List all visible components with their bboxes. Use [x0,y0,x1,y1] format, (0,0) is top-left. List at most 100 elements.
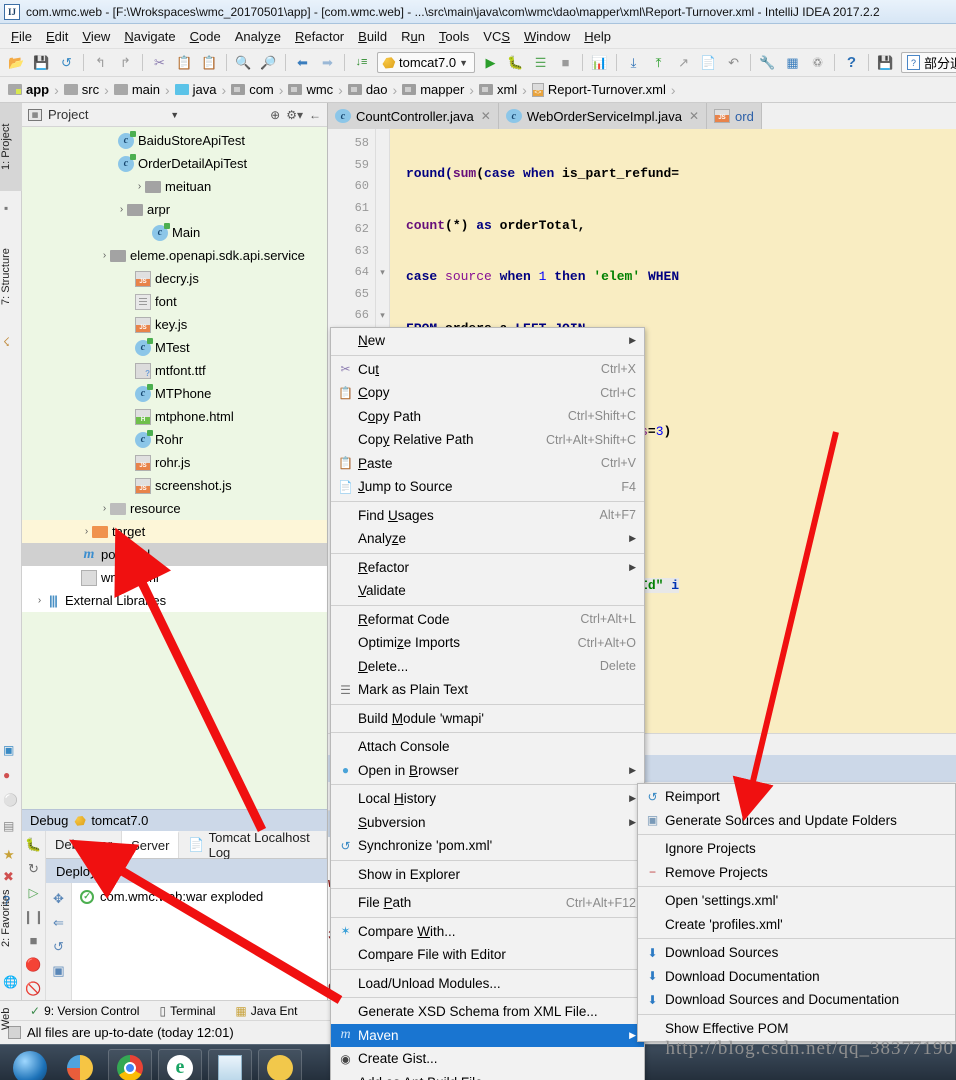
menu-item-show-effective-pom[interactable]: Show Effective POM [638,1017,955,1041]
replace-icon[interactable]: 🔎 [258,52,279,73]
taskbar-app-yellow[interactable] [258,1048,302,1080]
redeploy-icon[interactable]: ↺ [46,935,71,959]
menu-item-generate-xsd-schema[interactable]: Generate XSD Schema from XML File... [331,1000,644,1024]
menu-item-subversion[interactable]: Subversion ▶ [331,811,644,835]
menu-item-download-sources[interactable]: ⬇ Download Sources [638,941,955,965]
menu-item-file-path[interactable]: File Path Ctrl+Alt+F12 [331,891,644,915]
tab-ord[interactable]: ord [707,103,762,129]
tree-row[interactable]: › arpr [22,198,327,221]
menu-item-paste[interactable]: 📋 Paste Ctrl+V [331,452,644,476]
chevron-right-icon[interactable]: › [99,503,110,514]
menu-item-copy-relative-path[interactable]: Copy Relative Path Ctrl+Alt+Shift+C [331,428,644,452]
menu-item-create-profiles-xml[interactable]: Create 'profiles.xml' [638,913,955,937]
expand-icon[interactable]: ✥ [46,887,71,911]
run-coverage-icon[interactable]: ☰ [530,52,551,73]
deployment-artifact-row[interactable]: ✓ com.wmc.web:war exploded [72,883,327,910]
tree-row[interactable]: rohr.js [22,451,327,474]
run-configuration-selector[interactable]: tomcat7.0 ▼ [377,52,476,73]
menu-item-attach-console[interactable]: Attach Console [331,735,644,759]
menu-item-reimport[interactable]: ↺ Reimport [638,785,955,809]
menu-run[interactable]: Run [394,26,432,47]
menu-item-download-sources-and-documentation[interactable]: ⬇ Download Sources and Documentation [638,988,955,1012]
breadcrumb-xml[interactable]: xml [478,82,517,97]
menu-item-compare-with[interactable]: ✶ Compare With... [331,920,644,944]
menu-item-reformat-code[interactable]: Reformat Code Ctrl+Alt+L [331,608,644,632]
breadcrumb-src[interactable]: src [63,82,99,97]
run-icon[interactable]: ▶ [480,52,501,73]
deploy-artifact-icon[interactable]: ▣ [46,959,71,983]
chevron-right-icon[interactable]: › [134,181,145,192]
forward-icon[interactable]: ➡ [317,52,338,73]
tree-row[interactable]: c MTest [22,336,327,359]
tree-row[interactable]: c OrderDetailApiTest [22,152,327,175]
taskbar-app-chrome[interactable] [108,1048,152,1080]
tab-WebOrderServiceImpl-java[interactable]: c WebOrderServiceImpl.java ✕ [498,103,708,129]
menu-item-download-documentation[interactable]: ⬇ Download Documentation [638,965,955,989]
taskbar-app-js[interactable] [58,1054,102,1080]
breadcrumb-java[interactable]: java [174,82,217,97]
menu-help[interactable]: Help [577,26,618,47]
menu-item-load-unload-modules[interactable]: Load/Unload Modules... [331,972,644,996]
fold-marker-icon[interactable]: ▾ [376,262,389,284]
menu-window[interactable]: Window [517,26,577,47]
tree-row[interactable]: key.js [22,313,327,336]
menu-item-new[interactable]: New ▶ [331,329,644,353]
tab-server[interactable]: Server [122,831,180,858]
paste-icon[interactable]: 📋 [199,52,220,73]
update-project-icon[interactable]: ⤓ [623,52,644,73]
breadcrumb-com[interactable]: com [231,82,274,97]
partial-refund-button[interactable]: ? 部分退款 [901,52,956,73]
menu-item-cut[interactable]: ✂ Cut Ctrl+X [331,358,644,382]
chevron-right-icon[interactable]: › [34,595,45,606]
taskbar-app-ie[interactable]: e [158,1048,202,1080]
tree-row[interactable]: wmapi.iml [22,566,327,589]
menu-tools[interactable]: Tools [432,26,476,47]
tree-row[interactable]: › target [22,520,327,543]
menu-item-mark-as-plain-text[interactable]: ☰ Mark as Plain Text [331,678,644,702]
sync-icon[interactable]: ↺ [56,52,77,73]
tree-row[interactable]: › ||| External Libraries [22,589,327,612]
tab-tomcat-localhost-log[interactable]: 📄 Tomcat Localhost Log [179,830,327,860]
menu-item-jump-to-source[interactable]: 📄 Jump to Source F4 [331,475,644,499]
tree-row[interactable]: c MTPhone [22,382,327,405]
context-menu[interactable]: New ▶ ✂ Cut Ctrl+X 📋 Copy Ctrl+C Copy Pa… [330,327,645,1080]
hide-icon[interactable]: ← [309,108,321,122]
diff-icon[interactable]: 📄 [698,52,719,73]
tree-row[interactable]: c Rohr [22,428,327,451]
menu-build[interactable]: Build [351,26,394,47]
menu-item-show-in-explorer[interactable]: Show in Explorer [331,863,644,887]
open-folder-icon[interactable]: 📂 [6,52,27,73]
commit-icon[interactable]: ⤒ [648,52,669,73]
menu-item-remove-projects[interactable]: − Remove Projects [638,861,955,885]
menu-item-find-usages[interactable]: Find Usages Alt+F7 [331,504,644,528]
stop-icon[interactable]: ■ [555,52,576,73]
menu-refactor[interactable]: Refactor [288,26,351,47]
breadcrumb-mapper[interactable]: mapper [402,82,464,97]
tree-row[interactable]: ? mtfont.ttf [22,359,327,382]
menu-item-local-history[interactable]: Local History ▶ [331,787,644,811]
tool-button-version-control[interactable]: ✓ 9: Version Control [30,1004,139,1018]
sidebar-item-project[interactable]: 1: Project [0,103,22,191]
pause-icon[interactable]: ❙❙ [23,906,45,928]
menu-view[interactable]: View [75,26,117,47]
start-button[interactable] [8,1050,52,1080]
profile-icon[interactable]: 📊 [589,52,610,73]
breadcrumb-app[interactable]: app [8,82,49,97]
menu-vcs[interactable]: VCS [476,26,517,47]
find-icon[interactable]: 🔍 [233,52,254,73]
tree-row[interactable]: › meituan [22,175,327,198]
menu-item-build-module[interactable]: Build Module 'wmapi' [331,707,644,731]
menu-item-open-settings-xml[interactable]: Open 'settings.xml' [638,889,955,913]
maven-submenu[interactable]: ↺ Reimport ▣ Generate Sources and Update… [637,783,956,1042]
save-config-icon[interactable]: 💾 [875,52,896,73]
breadcrumb-main[interactable]: main [113,82,160,97]
taskbar-app-notepad[interactable] [208,1048,252,1080]
deploy-icon[interactable]: ♽ [807,52,828,73]
breadcrumb-wmc[interactable]: wmc [288,82,333,97]
menu-code[interactable]: Code [183,26,228,47]
tree-row[interactable]: › eleme.openapi.sdk.api.service [22,244,327,267]
close-icon[interactable]: ✕ [481,109,491,123]
fold-marker-icon[interactable]: ▾ [376,305,389,327]
help-icon[interactable]: ? [841,52,862,73]
menu-item-ignore-projects[interactable]: Ignore Projects [638,837,955,861]
